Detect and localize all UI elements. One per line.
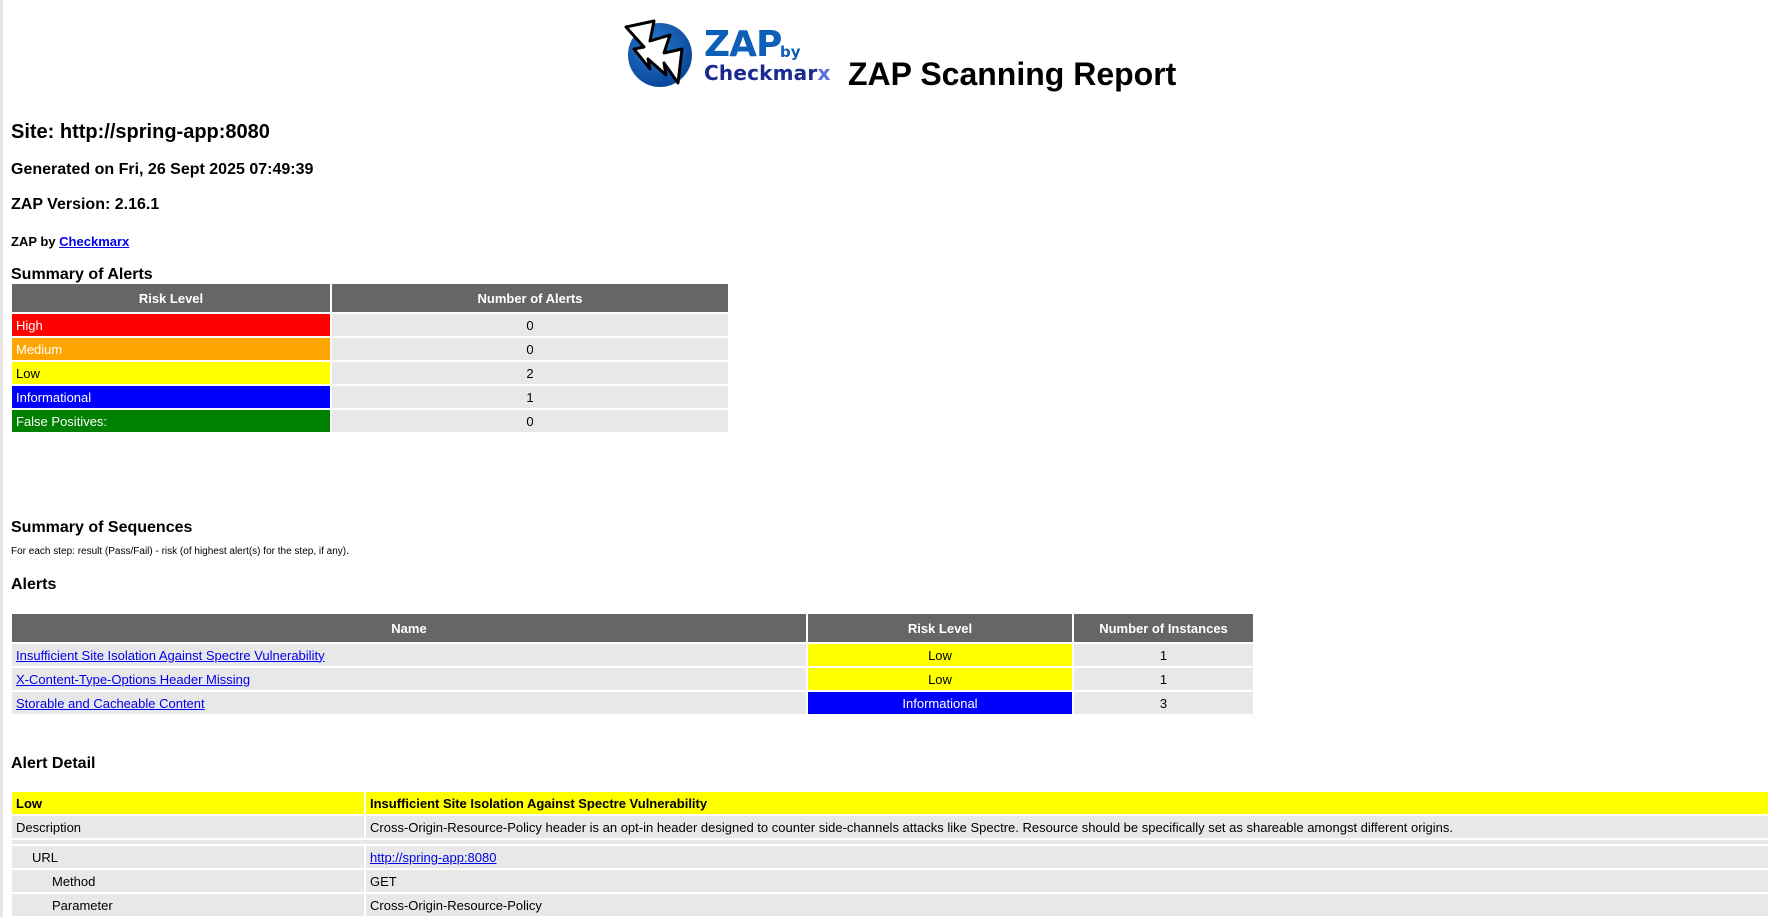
summary-row-high: High 0 <box>12 314 728 336</box>
low-count: 2 <box>332 362 728 384</box>
alert-instances: 1 <box>1074 668 1253 690</box>
summary-row-low: Low 2 <box>12 362 728 384</box>
description-text: Cross-Origin-Resource-Policy header is a… <box>366 816 1768 838</box>
risk-level-header: Risk Level <box>12 284 330 312</box>
informational-count: 1 <box>332 386 728 408</box>
report-title: ZAP Scanning Report <box>848 56 1177 92</box>
url-label: URL <box>12 846 364 868</box>
url-cell: http://spring-app:8080 <box>366 846 1768 868</box>
alert-name-cell: X-Content-Type-Options Header Missing <box>12 668 806 690</box>
alert-row: X-Content-Type-Options Header Missing Lo… <box>12 668 1253 690</box>
alert-link[interactable]: X-Content-Type-Options Header Missing <box>16 672 250 687</box>
risk-level-informational: Informational <box>12 386 330 408</box>
logo-by-text: by <box>780 43 801 61</box>
alert-instances: 3 <box>1074 692 1253 714</box>
sequences-note: For each step: result (Pass/Fail) - risk… <box>11 546 349 557</box>
risk-level-low: Low <box>12 362 330 384</box>
alert-row: Insufficient Site Isolation Against Spec… <box>12 644 1253 666</box>
zap-checkmarx-logo: ZAP by Checkmarx <box>620 15 830 95</box>
alert-risk: Low <box>808 668 1072 690</box>
alert-link[interactable]: Insufficient Site Isolation Against Spec… <box>16 648 325 663</box>
zap-by-prefix: ZAP by <box>11 234 60 249</box>
summary-row-medium: Medium 0 <box>12 338 728 360</box>
detail-description-row: Description Cross-Origin-Resource-Policy… <box>12 816 1768 838</box>
page-left-border <box>0 0 3 917</box>
checkmarx-link[interactable]: Checkmarx <box>59 234 129 249</box>
alerts-table: Name Risk Level Number of Instances Insu… <box>10 612 1255 716</box>
name-header: Name <box>12 614 806 642</box>
alert-link[interactable]: Storable and Cacheable Content <box>16 696 205 711</box>
risk-level-false-positives: False Positives: <box>12 410 330 432</box>
detail-spacer-row <box>12 840 1768 844</box>
lightning-bolt-icon <box>624 19 684 85</box>
risk-level-medium: Medium <box>12 338 330 360</box>
instances-header: Number of Instances <box>1074 614 1253 642</box>
summary-alerts-header-row: Risk Level Number of Alerts <box>12 284 728 312</box>
logo-zap-text: ZAP <box>704 24 782 65</box>
alerts-heading: Alerts <box>11 576 57 593</box>
detail-alert-name: Insufficient Site Isolation Against Spec… <box>366 792 1768 814</box>
risk-level-high: High <box>12 314 330 336</box>
alert-risk: Informational <box>808 692 1072 714</box>
url-link[interactable]: http://spring-app:8080 <box>370 850 496 865</box>
alert-name-cell: Storable and Cacheable Content <box>12 692 806 714</box>
medium-count: 0 <box>332 338 728 360</box>
alert-instances: 1 <box>1074 644 1253 666</box>
alert-detail-heading: Alert Detail <box>11 755 96 772</box>
summary-sequences-heading: Summary of Sequences <box>11 519 193 536</box>
summary-row-informational: Informational 1 <box>12 386 728 408</box>
detail-url-row: URL http://spring-app:8080 <box>12 846 1768 868</box>
parameter-label: Parameter <box>12 894 364 916</box>
false-positives-count: 0 <box>332 410 728 432</box>
detail-method-row: Method GET <box>12 870 1768 892</box>
description-label: Description <box>12 816 364 838</box>
logo-checkmarx-x: x <box>817 61 831 85</box>
summary-alerts-table: Risk Level Number of Alerts High 0 Mediu… <box>10 282 730 434</box>
alert-risk: Low <box>808 644 1072 666</box>
number-of-alerts-header: Number of Alerts <box>332 284 728 312</box>
high-count: 0 <box>332 314 728 336</box>
summary-row-false-positives: False Positives: 0 <box>12 410 728 432</box>
alert-row: Storable and Cacheable Content Informati… <box>12 692 1253 714</box>
alert-name-cell: Insufficient Site Isolation Against Spec… <box>12 644 806 666</box>
logo-checkmarx-word: Checkmar <box>704 61 818 85</box>
generated-date: Generated on Fri, 26 Sept 2025 07:49:39 <box>11 161 314 178</box>
alert-detail-table: Low Insufficient Site Isolation Against … <box>10 790 1768 918</box>
spacer-cell <box>12 840 1768 844</box>
risk-level-header: Risk Level <box>808 614 1072 642</box>
zap-by-line: ZAP by Checkmarx <box>11 234 129 249</box>
logo-checkmarx-text: Checkmarx <box>704 63 831 83</box>
alerts-header-row: Name Risk Level Number of Instances <box>12 614 1253 642</box>
detail-parameter-row: Parameter Cross-Origin-Resource-Policy <box>12 894 1768 916</box>
zap-version: ZAP Version: 2.16.1 <box>11 196 160 213</box>
detail-risk: Low <box>12 792 364 814</box>
method-label: Method <box>12 870 364 892</box>
site-heading: Site: http://spring-app:8080 <box>11 121 270 143</box>
parameter-value: Cross-Origin-Resource-Policy <box>366 894 1768 916</box>
method-value: GET <box>366 870 1768 892</box>
detail-header-row: Low Insufficient Site Isolation Against … <box>12 792 1768 814</box>
